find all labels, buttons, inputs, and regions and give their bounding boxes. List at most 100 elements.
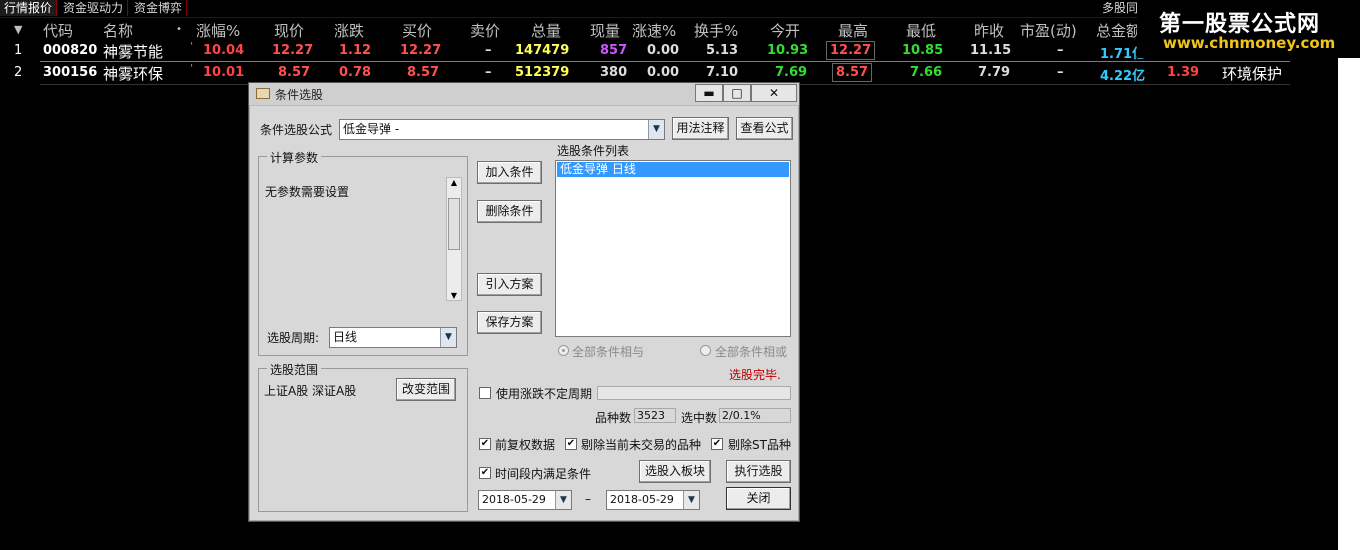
- price: 12.27: [272, 43, 314, 58]
- to-block-button[interactable]: 选股入板块: [639, 460, 711, 483]
- prerights-label[interactable]: 前复权数据: [495, 436, 555, 453]
- scroll-down-icon[interactable]: ▼: [447, 291, 461, 300]
- stock-code: 000820: [43, 43, 98, 58]
- col-change-pct[interactable]: 涨幅%: [196, 20, 240, 41]
- prev-close: 7.79: [978, 65, 1011, 80]
- period-satisfy-label[interactable]: 时间段内满足条件: [495, 465, 591, 482]
- flag-icon: ': [190, 63, 194, 74]
- open: 10.93: [767, 43, 809, 58]
- price: 8.57: [278, 65, 311, 80]
- date-to-value: 2018-05-29: [610, 493, 674, 506]
- close-button[interactable]: 关闭: [726, 487, 791, 510]
- add-condition-button[interactable]: 加入条件: [477, 161, 542, 184]
- change-range-button[interactable]: 改变范围: [396, 378, 456, 401]
- col-open[interactable]: 今开: [770, 20, 800, 41]
- execute-button[interactable]: 执行选股: [726, 460, 791, 483]
- col-volume[interactable]: 总量: [531, 20, 561, 41]
- condition-select-dialog: 条件选股 ▬ □ ✕ 条件选股公式 低金导弹 - ▼ 用法注释 查看公式 计算参…: [248, 82, 800, 522]
- bid: 12.27: [400, 43, 442, 58]
- uncertain-period-checkbox[interactable]: [479, 387, 491, 399]
- tab-fund-drive[interactable]: 资金驱动力: [59, 0, 129, 16]
- uncertain-period-label[interactable]: 使用涨跌不定周期: [496, 385, 592, 402]
- col-high[interactable]: 最高: [838, 20, 868, 41]
- extra-value: 1.39: [1167, 65, 1200, 80]
- delete-condition-button[interactable]: 删除条件: [477, 200, 542, 223]
- params-group: 计算参数 无参数需要设置 ▲ ▼ 选股周期: 日线 ▼: [258, 149, 468, 356]
- exclude-untraded-checkbox[interactable]: ✔: [565, 438, 577, 450]
- minimize-icon[interactable]: ▬: [695, 84, 723, 102]
- stock-name: 神雾环保: [103, 65, 164, 83]
- formula-select[interactable]: 低金导弹 - ▼: [339, 119, 665, 140]
- save-scheme-button[interactable]: 保存方案: [477, 311, 542, 334]
- chevron-down-icon[interactable]: ▼: [648, 120, 664, 139]
- close-icon[interactable]: ✕: [751, 84, 797, 102]
- radio-or[interactable]: [700, 345, 711, 356]
- low: 10.85: [902, 43, 944, 58]
- row-index: 1: [14, 43, 23, 58]
- prerights-checkbox[interactable]: ✔: [479, 438, 491, 450]
- usage-notes-button[interactable]: 用法注释: [672, 117, 729, 140]
- date-from-picker[interactable]: 2018-05-29 ▼: [478, 490, 572, 510]
- stock-code: 300156: [43, 65, 98, 80]
- scroll-up-icon[interactable]: ▲: [447, 178, 461, 187]
- volume: 147479: [515, 43, 570, 58]
- low: 7.66: [910, 65, 943, 80]
- tab-fund-game[interactable]: 资金博弈: [130, 0, 188, 16]
- chevron-down-icon[interactable]: ▼: [440, 328, 456, 347]
- period-satisfy-checkbox[interactable]: ✔: [479, 467, 491, 479]
- col-ask[interactable]: 卖价: [470, 20, 500, 41]
- col-turnover[interactable]: 换手%: [694, 20, 738, 41]
- chevron-down-icon[interactable]: ▼: [683, 491, 699, 509]
- view-formula-button[interactable]: 查看公式: [736, 117, 793, 140]
- col-change[interactable]: 涨跌: [334, 20, 364, 41]
- col-name[interactable]: 名称: [103, 20, 133, 41]
- list-item[interactable]: 低金导弹 日线: [557, 162, 789, 177]
- radio-and[interactable]: [558, 345, 569, 356]
- col-prev-close[interactable]: 昨收: [974, 20, 1004, 41]
- dialog-title: 条件选股: [275, 88, 324, 102]
- maximize-icon[interactable]: □: [723, 84, 751, 102]
- cur-vol: 380: [600, 65, 628, 80]
- cur-vol: 857: [600, 43, 628, 58]
- progress-bar: [597, 386, 791, 400]
- row-index: 2: [14, 65, 23, 80]
- row-divider: [40, 61, 1290, 62]
- ask: –: [485, 65, 492, 80]
- chevron-down-icon[interactable]: ▼: [555, 491, 571, 509]
- ask: –: [485, 43, 492, 58]
- period-select[interactable]: 日线 ▼: [329, 327, 457, 348]
- tab-quotes[interactable]: 行情报价: [0, 0, 58, 16]
- scroll-thumb[interactable]: [448, 198, 460, 250]
- col-pe[interactable]: 市盈(动): [1020, 20, 1077, 41]
- col-amount[interactable]: 总金额: [1096, 20, 1141, 41]
- date-to-picker[interactable]: 2018-05-29 ▼: [606, 490, 700, 510]
- status-text: 选股完毕.: [729, 368, 781, 382]
- import-scheme-button[interactable]: 引入方案: [477, 273, 542, 296]
- exclude-untraded-label[interactable]: 剔除当前未交易的品种: [581, 436, 701, 453]
- window-icon: [256, 88, 270, 99]
- radio-or-label[interactable]: 全部条件相或: [715, 343, 787, 360]
- condition-list[interactable]: 低金导弹 日线: [555, 160, 791, 337]
- col-cur-vol[interactable]: 现量: [590, 20, 620, 41]
- exclude-st-label[interactable]: 剔除ST品种: [728, 436, 791, 453]
- tab-multi-stock[interactable]: 多股同: [1102, 0, 1138, 16]
- period-label: 选股周期:: [267, 331, 320, 345]
- col-speed[interactable]: 涨速%: [632, 20, 676, 41]
- exclude-st-checkbox[interactable]: ✔: [711, 438, 723, 450]
- bid: 8.57: [407, 65, 440, 80]
- col-low[interactable]: 最低: [906, 20, 936, 41]
- params-group-title: 计算参数: [267, 149, 322, 166]
- params-scrollbar[interactable]: ▲ ▼: [446, 177, 462, 301]
- col-price[interactable]: 现价: [274, 20, 304, 41]
- selected-value: 2/0.1%: [719, 408, 791, 423]
- flag-icon: ': [190, 41, 194, 52]
- dialog-titlebar[interactable]: 条件选股 ▬ □ ✕: [249, 83, 799, 106]
- prev-close: 11.15: [970, 43, 1012, 58]
- change: 1.12: [339, 43, 372, 58]
- col-bid[interactable]: 买价: [402, 20, 432, 41]
- sort-arrow-icon[interactable]: ▼: [14, 23, 22, 36]
- col-code[interactable]: 代码: [43, 20, 73, 41]
- industry: 环境保护: [1222, 65, 1283, 83]
- radio-and-label[interactable]: 全部条件相与: [572, 343, 644, 360]
- dot-icon: •: [176, 24, 182, 35]
